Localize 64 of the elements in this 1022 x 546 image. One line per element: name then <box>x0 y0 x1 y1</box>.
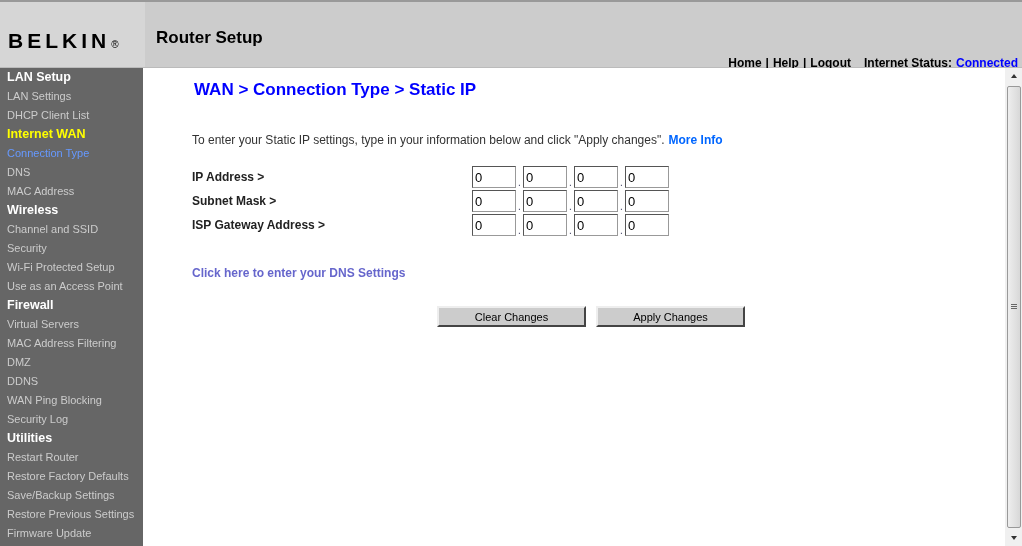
sidebar-item[interactable]: Firmware Update <box>0 524 143 543</box>
sidebar-item[interactable]: Wi-Fi Protected Setup <box>0 258 143 277</box>
sidebar-item[interactable]: WAN Ping Blocking <box>0 391 143 410</box>
octet-input[interactable]: 0 <box>574 166 618 188</box>
sidebar-item[interactable]: Channel and SSID <box>0 220 143 239</box>
sidebar-item[interactable]: Use as an Access Point <box>0 277 143 296</box>
form-button[interactable]: Clear Changes <box>437 306 586 327</box>
octet-input[interactable]: 0 <box>523 214 567 236</box>
octet-separator: . <box>568 201 573 212</box>
nav-link[interactable]: Home <box>728 56 762 70</box>
form-button[interactable]: Apply Changes <box>596 306 745 327</box>
octet-separator: . <box>619 201 624 212</box>
grip-icon <box>1009 303 1018 311</box>
sidebar-item[interactable]: DHCP Client List <box>0 106 143 125</box>
field-label: IP Address > <box>192 170 266 184</box>
octet-input[interactable]: 0 <box>625 214 669 236</box>
octet-input[interactable]: 0 <box>625 166 669 188</box>
sidebar-item[interactable]: Restart Router <box>0 448 143 467</box>
octet-input[interactable]: 0 <box>574 190 618 212</box>
octet-input[interactable]: 0 <box>523 190 567 212</box>
octet-separator: . <box>619 177 624 188</box>
sidebar-item[interactable]: Restore Previous Settings <box>0 505 143 524</box>
octet-input[interactable]: 0 <box>472 214 516 236</box>
dns-settings-link[interactable]: Click here to enter your DNS Settings <box>192 266 1005 280</box>
status-value: Connected <box>956 56 1018 70</box>
status-label: Internet Status: <box>863 56 952 70</box>
octet-separator: . <box>517 225 522 236</box>
sidebar-item[interactable]: Save/Backup Settings <box>0 486 143 505</box>
sidebar-item[interactable]: MAC Address <box>0 182 143 201</box>
sidebar-item[interactable]: Security Log <box>0 410 143 429</box>
intro-text: To enter your Static IP settings, type in your information below and click "Apply changes". <box>192 133 665 147</box>
more-info-link[interactable]: More Info <box>668 133 723 147</box>
sidebar-item[interactable]: Security <box>0 239 143 258</box>
octet-separator: . <box>568 225 573 236</box>
field-label: ISP Gateway Address > <box>192 218 327 232</box>
octet-input[interactable]: 0 <box>472 166 516 188</box>
nav-link[interactable]: Logout <box>810 56 851 70</box>
field-label: Subnet Mask > <box>192 194 278 208</box>
sidebar-section[interactable]: Firewall <box>0 296 143 315</box>
page-heading: WAN > Connection Type > Static IP <box>193 80 478 100</box>
belkin-logo: BELKIN® <box>8 29 119 53</box>
sidebar-section[interactable]: LAN Setup <box>0 68 143 87</box>
octet-separator: . <box>568 177 573 188</box>
octet-separator: . <box>517 201 522 212</box>
scrollbar[interactable] <box>1005 68 1022 546</box>
octet-input[interactable]: 0 <box>574 214 618 236</box>
sidebar-item[interactable]: DDNS <box>0 372 143 391</box>
octet-separator: . <box>619 225 624 236</box>
sidebar-item[interactable]: DMZ <box>0 353 143 372</box>
sidebar-item[interactable]: Restore Factory Defaults <box>0 467 143 486</box>
app-title: Router Setup <box>156 28 264 48</box>
sidebar-section[interactable]: Utilities <box>0 429 143 448</box>
sidebar-item[interactable]: LAN Settings <box>0 87 143 106</box>
octet-input[interactable]: 0 <box>523 166 567 188</box>
octet-separator: . <box>517 177 522 188</box>
sidebar-item[interactable]: MAC Address Filtering <box>0 334 143 353</box>
octet-input[interactable]: 0 <box>625 190 669 212</box>
sidebar-item[interactable]: DNS <box>0 163 143 182</box>
scroll-thumb[interactable] <box>1006 86 1021 528</box>
sidebar-section[interactable]: Wireless <box>0 201 143 220</box>
sidebar-section[interactable]: Internet WAN <box>0 125 143 144</box>
octet-input[interactable]: 0 <box>472 190 516 212</box>
sidebar-item[interactable]: Virtual Servers <box>0 315 143 334</box>
nav-link[interactable]: Help <box>772 56 799 70</box>
